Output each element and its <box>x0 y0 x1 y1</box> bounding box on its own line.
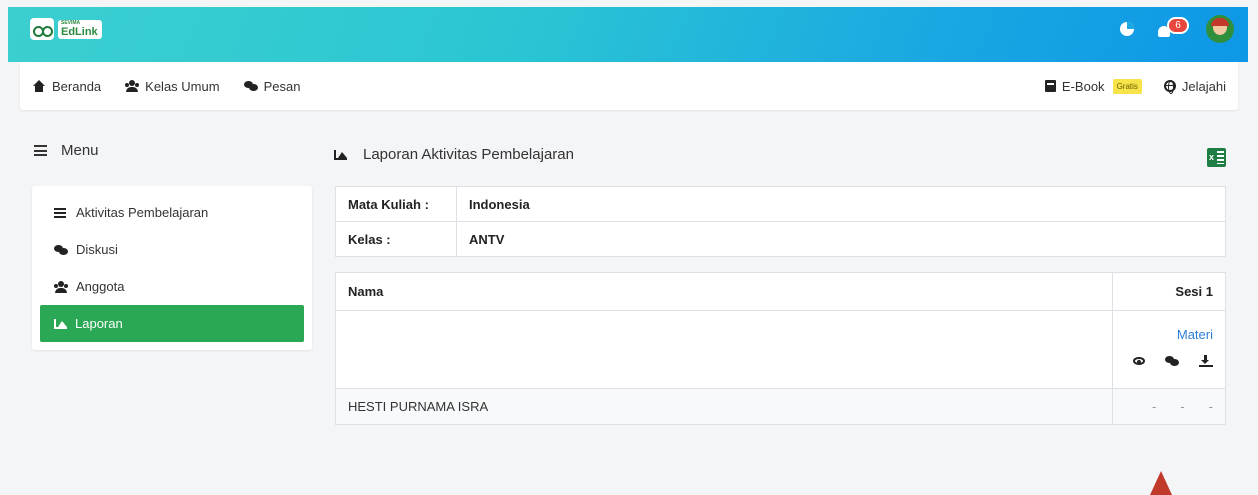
table-row: HESTI PURNAMA ISRA - - - <box>335 388 1226 425</box>
info-label: Kelas : <box>335 221 457 257</box>
home-icon <box>32 80 46 92</box>
nav-ebook[interactable]: E-Book Gratis <box>1044 78 1142 94</box>
top-header: SEVIMA EdLink 6 <box>8 7 1248 62</box>
nav-pesan[interactable]: Pesan <box>243 79 300 94</box>
student-name: HESTI PURNAMA ISRA <box>335 388 1113 425</box>
materi-link[interactable]: Materi <box>1113 327 1213 342</box>
sidebar-menu: Aktivitas Pembelajaran Diskusi Anggota L… <box>32 186 312 350</box>
info-value: Indonesia <box>456 186 1226 222</box>
eye-icon <box>1133 357 1145 365</box>
menu-toggle[interactable]: Menu <box>34 142 99 159</box>
edlink-logo[interactable]: SEVIMA EdLink <box>30 17 112 41</box>
nav-jelajahi[interactable]: Jelajahi <box>1163 79 1226 94</box>
info-row: Kelas : ANTV <box>335 221 1226 257</box>
column-header-nama: Nama <box>335 272 1113 311</box>
logo-text: EdLink <box>61 25 98 38</box>
column-header-sesi: Sesi 1 <box>1112 272 1226 311</box>
users-icon <box>125 80 139 92</box>
chat-icon <box>243 80 258 92</box>
sidebar-item-anggota[interactable]: Anggota <box>40 268 304 305</box>
area-chart-icon <box>54 318 67 329</box>
table-subheader-row: Materi <box>335 310 1226 389</box>
download-icon <box>1199 355 1213 367</box>
globe-icon <box>1163 80 1176 94</box>
viewed-value: - <box>1151 399 1157 414</box>
nav-beranda[interactable]: Beranda <box>32 79 101 94</box>
chat-icon <box>54 244 68 256</box>
area-chart-icon <box>334 149 347 160</box>
pie-chart-icon[interactable] <box>1120 22 1134 36</box>
nav-kelas-umum[interactable]: Kelas Umum <box>125 79 220 94</box>
pointer-arrow <box>1150 471 1172 495</box>
page-title: Laporan Aktivitas Pembelajaran <box>334 146 574 163</box>
menu-title: Menu <box>61 142 99 159</box>
sidebar-item-diskusi[interactable]: Diskusi <box>40 231 304 268</box>
graduation-cap-icon <box>30 18 54 40</box>
info-row: Mata Kuliah : Indonesia <box>335 186 1226 222</box>
table-header-row: Nama Sesi 1 <box>335 272 1226 311</box>
info-value: ANTV <box>456 221 1226 257</box>
main-navbar: Beranda Kelas Umum Pesan E-Book Gratis J… <box>20 62 1238 110</box>
book-icon <box>1044 80 1056 92</box>
user-avatar[interactable] <box>1206 15 1234 43</box>
excel-export-icon[interactable]: x <box>1207 148 1226 167</box>
notification-button[interactable]: 6 <box>1158 17 1189 41</box>
users-icon <box>54 280 68 293</box>
info-label: Mata Kuliah : <box>335 186 457 222</box>
list-check-icon <box>54 207 68 219</box>
activity-table: Nama Sesi 1 Materi HESTI PURNAMA ISRA - … <box>335 272 1226 425</box>
download-value: - <box>1208 399 1213 414</box>
notification-badge: 6 <box>1167 17 1189 34</box>
discussion-value: - <box>1180 399 1185 414</box>
sidebar-item-aktivitas[interactable]: Aktivitas Pembelajaran <box>40 194 304 231</box>
sidebar-item-laporan[interactable]: Laporan <box>40 305 304 342</box>
course-info-table: Mata Kuliah : Indonesia Kelas : ANTV <box>335 186 1226 257</box>
gratis-badge: Gratis <box>1112 78 1142 94</box>
chat-icon <box>1165 355 1179 367</box>
hamburger-icon <box>34 145 47 156</box>
